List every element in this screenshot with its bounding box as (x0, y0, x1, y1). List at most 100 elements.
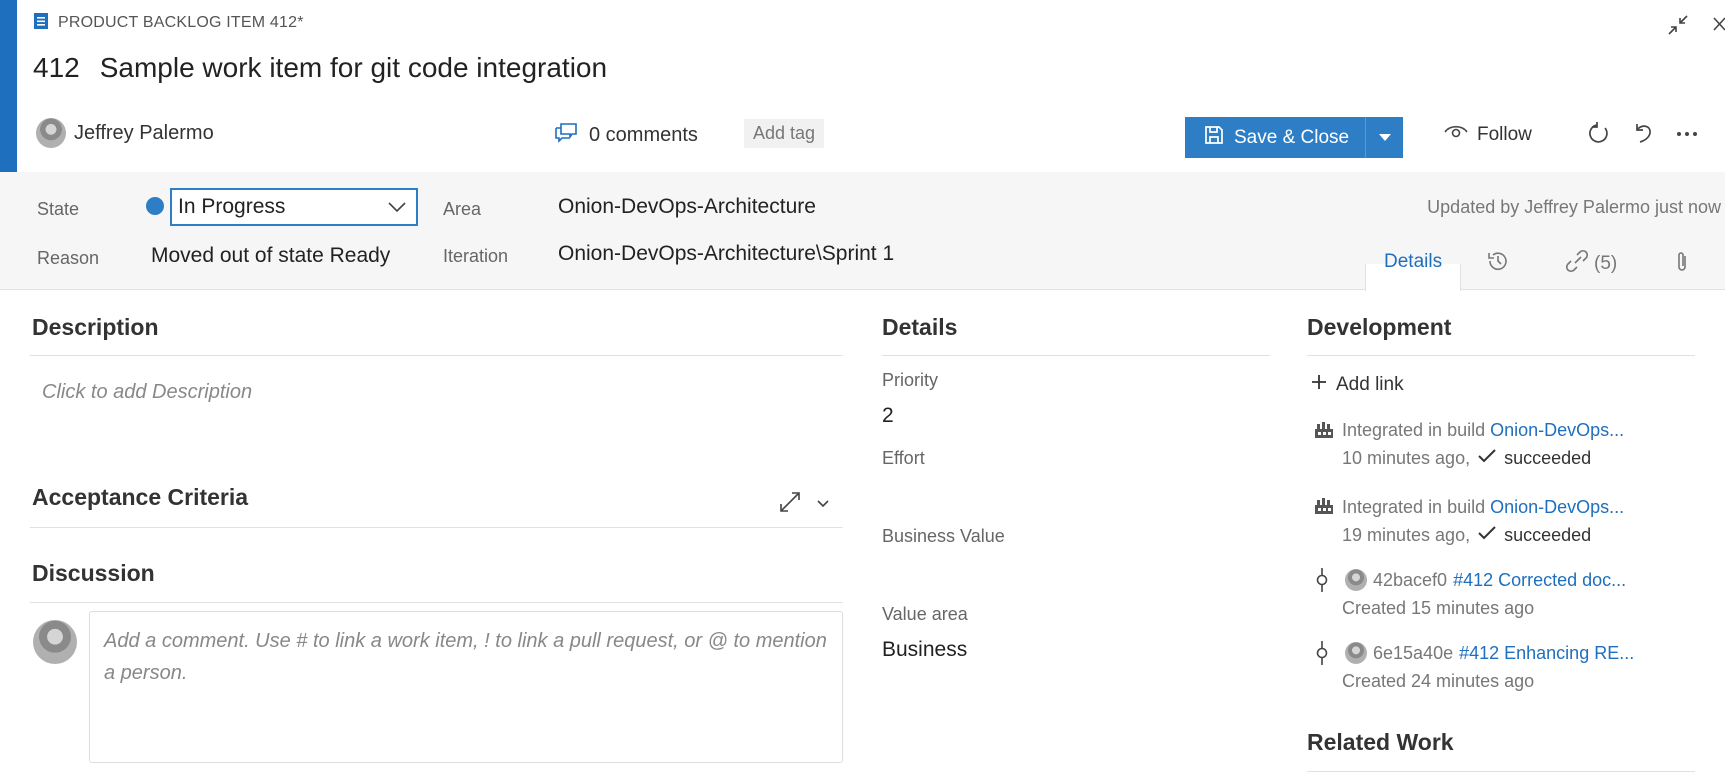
acceptance-criteria-title: Acceptance Criteria (32, 484, 249, 510)
close-icon[interactable] (1711, 14, 1725, 41)
reason-value[interactable]: Moved out of state Ready (151, 244, 390, 268)
commit-icon (1316, 641, 1328, 670)
build-result: succeeded (1504, 448, 1592, 468)
chevron-down-icon[interactable] (816, 496, 830, 514)
build-status: 10 minutes ago, succeeded (1342, 448, 1591, 469)
value-area-label: Value area (882, 604, 968, 624)
undo-icon[interactable] (1632, 121, 1654, 150)
build-prefix: Integrated in build (1342, 497, 1491, 517)
avatar (1345, 569, 1367, 591)
build-prefix: Integrated in build (1342, 420, 1491, 440)
work-item-type: PRODUCT BACKLOG ITEM 412* (33, 12, 304, 34)
tab-details-label: Details (1384, 251, 1443, 272)
work-item-title[interactable]: Sample work item for git code integratio… (100, 52, 607, 84)
state-indicator (146, 197, 164, 215)
avatar (33, 620, 77, 664)
build-time: 10 minutes ago, (1342, 448, 1471, 468)
more-icon[interactable] (1676, 121, 1698, 150)
related-work-title: Related Work (1307, 729, 1454, 755)
area-value[interactable]: Onion-DevOps-Architecture (558, 195, 816, 219)
commit-icon (1316, 568, 1328, 597)
development-title: Development (1307, 314, 1452, 340)
details-title: Details (882, 314, 958, 340)
effort-label: Effort (882, 448, 925, 468)
priority-label: Priority (882, 370, 939, 390)
check-icon (1478, 525, 1496, 546)
collapse-icon[interactable] (1667, 14, 1689, 41)
eye-icon (1444, 124, 1468, 146)
follow-button[interactable]: Follow (1444, 124, 1532, 146)
build-time: 19 minutes ago, (1342, 525, 1471, 545)
commit-link[interactable]: #412 Enhancing RE... (1459, 643, 1634, 664)
commit-created: Created 24 minutes ago (1342, 671, 1535, 691)
comment-placeholder: Add a comment. Use # to link a work item… (104, 630, 827, 684)
iteration-label: Iteration (443, 246, 509, 266)
build-link[interactable]: Onion-DevOps... (1490, 420, 1624, 440)
attachment-icon[interactable] (1674, 250, 1690, 279)
check-icon (1478, 448, 1496, 469)
link-icon (1565, 249, 1589, 278)
commit-item: 6e15a40e #412 Enhancing RE... (1345, 642, 1634, 664)
caret-down-icon (1378, 129, 1391, 147)
value-area-value[interactable]: Business (882, 638, 967, 662)
commit-item: 42bacef0 #412 Corrected doc... (1345, 569, 1626, 591)
business-value-label: Business Value (882, 526, 1005, 546)
avatar (1345, 642, 1367, 664)
avatar (36, 118, 66, 148)
work-item-type-label: PRODUCT BACKLOG ITEM 412* (58, 14, 304, 31)
discussion-title: Discussion (32, 560, 155, 586)
window-controls (1667, 14, 1725, 41)
discussion-rule (30, 602, 843, 603)
save-close-button[interactable]: Save & Close (1185, 117, 1403, 158)
build-item: Integrated in build Onion-DevOps... (1342, 420, 1624, 441)
acceptance-rule (30, 527, 843, 528)
build-icon (1313, 419, 1335, 446)
build-link[interactable]: Onion-DevOps... (1490, 497, 1624, 517)
commit-created: Created 15 minutes ago (1342, 598, 1535, 618)
development-rule (1307, 355, 1695, 356)
assigned-to[interactable]: Jeffrey Palermo (36, 118, 214, 148)
area-label: Area (443, 199, 482, 219)
details-rule (882, 355, 1270, 356)
follow-label: Follow (1477, 124, 1532, 145)
build-item: Integrated in build Onion-DevOps... (1342, 497, 1624, 518)
commit-hash: 42bacef0 (1373, 569, 1448, 590)
add-link-button[interactable]: Add link (1311, 374, 1404, 396)
add-tag-button[interactable]: Add tag (744, 119, 825, 148)
save-close-label: Save & Close (1234, 126, 1350, 148)
commit-hash: 6e15a40e (1373, 642, 1454, 663)
expand-icon[interactable] (778, 490, 802, 519)
save-icon (1203, 124, 1225, 152)
tab-links[interactable]: (5) (1565, 249, 1618, 278)
priority-value[interactable]: 2 (882, 404, 894, 428)
related-work-rule (1307, 771, 1695, 772)
plus-icon (1311, 374, 1327, 396)
links-count: (5) (1594, 252, 1618, 274)
save-dropdown-button[interactable] (1366, 117, 1403, 158)
chevron-down-icon (388, 195, 406, 219)
history-icon[interactable] (1486, 249, 1510, 278)
commit-link[interactable]: #412 Corrected doc... (1453, 570, 1626, 591)
description-placeholder[interactable]: Click to add Description (42, 381, 252, 404)
work-item-title-row: 412 Sample work item for git code integr… (33, 52, 607, 84)
build-icon (1313, 495, 1335, 522)
description-title: Description (32, 314, 159, 340)
add-link-label: Add link (1336, 374, 1404, 395)
save-close-main[interactable]: Save & Close (1185, 117, 1366, 158)
comments-label: 0 comments (589, 123, 698, 146)
iteration-value[interactable]: Onion-DevOps-Architecture\Sprint 1 (558, 242, 894, 266)
toolbar-icons (1588, 121, 1698, 150)
work-item-id: 412 (33, 52, 80, 83)
reason-label: Reason (37, 248, 100, 268)
refresh-icon[interactable] (1588, 121, 1610, 150)
backlog-item-icon (33, 12, 49, 35)
build-result: succeeded (1504, 525, 1592, 545)
build-status: 19 minutes ago, succeeded (1342, 525, 1591, 546)
description-rule (30, 355, 843, 356)
comments-link[interactable]: 0 comments (553, 121, 698, 149)
comments-icon (553, 121, 579, 149)
state-value: In Progress (178, 195, 286, 218)
updated-status: Updated by Jeffrey Palermo just now (1427, 197, 1721, 217)
state-label: State (37, 199, 80, 219)
state-dropdown[interactable]: In Progress (170, 188, 418, 226)
